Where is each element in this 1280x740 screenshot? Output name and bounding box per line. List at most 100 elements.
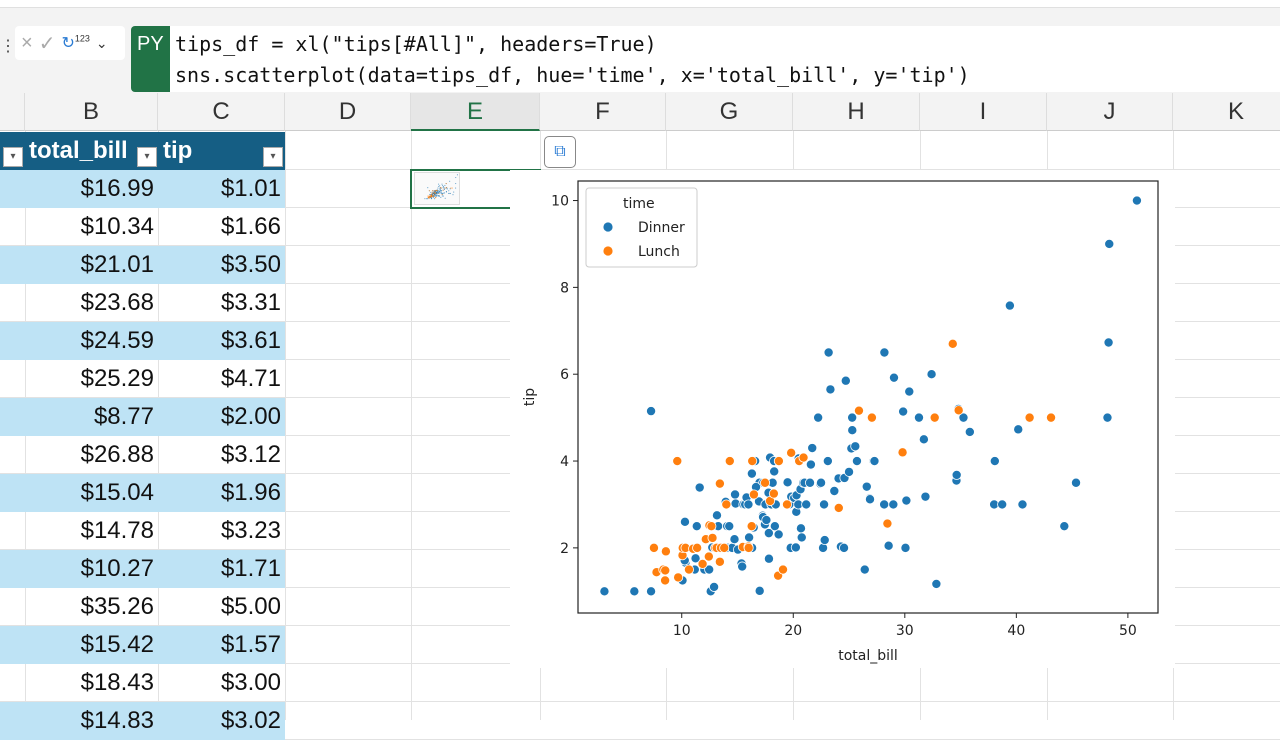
formula-input[interactable]: tips_df = xl("tips[#All]", headers=True)… [170, 26, 1280, 92]
cell-total-bill[interactable]: $23.68 [81, 284, 154, 322]
data-point-dinner [964, 426, 975, 437]
table-row[interactable]: $10.27 $1.71 [0, 550, 285, 588]
python-output-type-icon[interactable]: ↻123 [61, 33, 89, 53]
cancel-icon[interactable]: × [21, 32, 33, 55]
table-row[interactable]: $26.88 $3.12 [0, 436, 285, 474]
cell-tip[interactable]: $5.00 [221, 588, 281, 626]
column-header-g[interactable]: G [666, 93, 793, 131]
cell-tip[interactable]: $3.50 [221, 246, 281, 284]
cell-tip[interactable]: $1.66 [221, 208, 281, 246]
thumbnail-point [436, 194, 438, 197]
formula-bar: ⋮ × ✓ ↻123 ⌄ PY tips_df = xl("tips[#All]… [0, 8, 1280, 93]
x-tick-label: 40 [1007, 623, 1025, 639]
column-header-a[interactable] [0, 93, 25, 131]
cell-total-bill[interactable]: $10.27 [81, 550, 154, 588]
column-header-j[interactable]: J [1047, 93, 1173, 131]
table-row[interactable]: $8.77 $2.00 [0, 398, 285, 436]
column-header-b[interactable]: B [25, 93, 158, 131]
table-row[interactable]: $18.43 $3.00 [0, 664, 285, 702]
cell-tip[interactable]: $3.02 [221, 702, 281, 740]
table-row[interactable]: $10.34 $1.66 [0, 208, 285, 246]
y-tick-label: 2 [560, 541, 569, 557]
cell-total-bill[interactable]: $15.42 [81, 626, 154, 664]
cell-tip[interactable]: $3.23 [221, 512, 281, 550]
cell-total-bill[interactable]: $10.34 [81, 208, 154, 246]
cell-total-bill[interactable]: $24.59 [81, 322, 154, 360]
cell-tip[interactable]: $3.12 [221, 436, 281, 474]
column-header-c[interactable]: C [158, 93, 285, 131]
data-point-lunch [778, 564, 789, 575]
cell-tip[interactable]: $2.00 [221, 398, 281, 436]
table-row[interactable]: $14.83 $3.02 [0, 702, 285, 740]
cell-tip[interactable]: $1.57 [221, 626, 281, 664]
data-point-dinner [1102, 412, 1113, 423]
column-header-f[interactable]: F [540, 93, 666, 131]
table-row[interactable]: $15.42 $1.57 [0, 626, 285, 664]
cell-total-bill[interactable]: $14.83 [81, 702, 154, 740]
data-point-lunch [760, 477, 771, 488]
cell-tip[interactable]: $3.61 [221, 322, 281, 360]
data-point-dinner [869, 456, 880, 467]
data-point-dinner [1013, 424, 1024, 435]
data-point-dinner [805, 459, 816, 470]
enter-icon[interactable]: ✓ [39, 31, 56, 56]
thumbnail-point [444, 197, 446, 199]
chevron-down-icon[interactable]: ⌄ [96, 35, 108, 52]
cell-tip[interactable]: $3.31 [221, 284, 281, 322]
table-row[interactable]: $24.59 $3.61 [0, 322, 285, 360]
data-point-lunch [719, 542, 730, 553]
more-icon[interactable]: ⋮ [0, 36, 16, 56]
cell-tip[interactable]: $4.71 [221, 360, 281, 398]
table-row[interactable]: $35.26 $5.00 [0, 588, 285, 626]
thumbnail-point [432, 196, 434, 198]
column-header-k[interactable]: K [1173, 93, 1280, 131]
cell-total-bill[interactable]: $8.77 [94, 398, 154, 436]
data-point-dinner [769, 466, 780, 477]
cell-tip[interactable]: $1.71 [221, 550, 281, 588]
table-row[interactable]: $14.78 $3.23 [0, 512, 285, 550]
data-point-dinner [1131, 195, 1142, 206]
thumbnail-point [432, 190, 434, 192]
column-header-h[interactable]: H [793, 93, 920, 131]
cell-tip[interactable]: $3.00 [221, 664, 281, 702]
cell-tip[interactable]: $1.96 [221, 474, 281, 512]
python-badge: PY [131, 26, 170, 92]
data-point-dinner [646, 406, 657, 417]
cell-total-bill[interactable]: $25.29 [81, 360, 154, 398]
data-point-dinner [829, 485, 840, 496]
data-point-dinner [819, 535, 830, 546]
cell-tip[interactable]: $1.01 [221, 170, 281, 208]
column-header-i[interactable]: I [920, 93, 1047, 131]
column-header-e[interactable]: E [411, 93, 540, 131]
chart-thumbnail[interactable] [414, 172, 460, 205]
table-row[interactable]: $16.99 $1.01 [0, 170, 285, 208]
cell-total-bill[interactable]: $18.43 [81, 664, 154, 702]
table-row[interactable]: $23.68 $3.31 [0, 284, 285, 322]
table-row[interactable]: $15.04 $1.96 [0, 474, 285, 512]
data-point-dinner [769, 521, 780, 532]
cell-total-bill[interactable]: $26.88 [81, 436, 154, 474]
thumbnail-point [433, 194, 435, 196]
cell-total-bill[interactable]: $21.01 [81, 246, 154, 284]
cell-total-bill[interactable]: $15.04 [81, 474, 154, 512]
create-reference-icon[interactable]: ⧉ [544, 136, 576, 168]
thumbnail-point [443, 192, 446, 194]
thumbnail-point [455, 182, 457, 185]
thumbnail-point [441, 194, 443, 196]
column-header-d[interactable]: D [285, 93, 411, 131]
filter-dropdown-a[interactable]: ▾ [3, 147, 23, 167]
thumbnail-point [427, 187, 429, 189]
cell-total-bill[interactable]: $35.26 [81, 588, 154, 626]
table-row[interactable]: $21.01 $3.50 [0, 246, 285, 284]
data-point-dinner [724, 521, 735, 532]
data-point-dinner [918, 434, 929, 445]
data-point-lunch [768, 488, 779, 499]
data-point-dinner [679, 516, 690, 527]
filter-dropdown-total-bill[interactable]: ▾ [137, 147, 157, 167]
data-point-dinner [989, 456, 1000, 467]
cell-total-bill[interactable]: $14.78 [81, 512, 154, 550]
cell-total-bill[interactable]: $16.99 [81, 170, 154, 208]
data-point-lunch [714, 556, 725, 567]
table-row[interactable]: $25.29 $4.71 [0, 360, 285, 398]
filter-dropdown-tip[interactable]: ▾ [263, 147, 283, 167]
